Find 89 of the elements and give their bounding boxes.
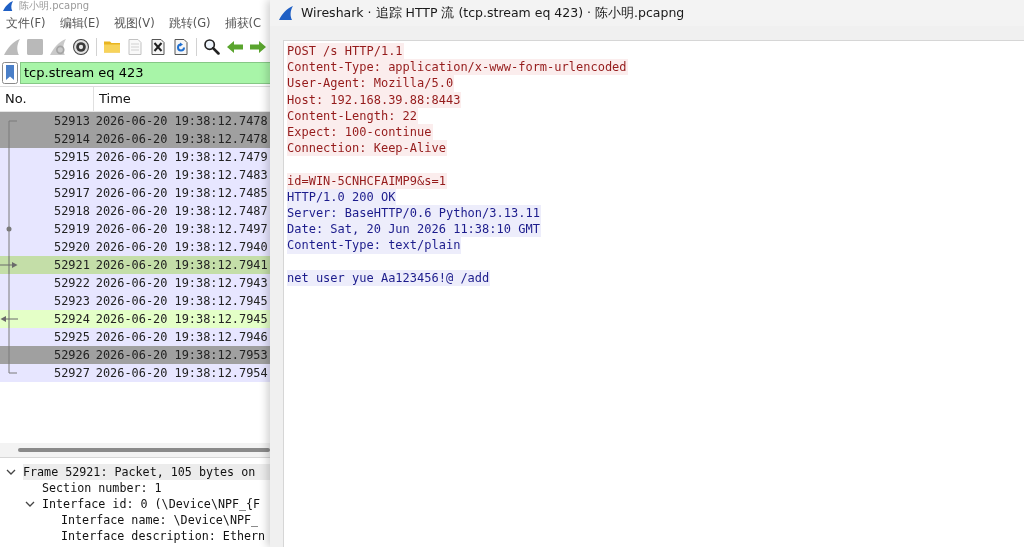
request-text: id=WIN-5CNHCFAIMP9&s=1 — [287, 172, 447, 189]
packet-row[interactable]: 52927 2026-06-20 19:38:12.7954 — [0, 364, 270, 382]
folder-icon[interactable] — [104, 41, 120, 53]
packet-number: 52915 — [54, 150, 90, 164]
window-title: Wireshark · 追踪 HTTP 流 (tcp.stream eq 423) · 陈小明.pcapng — [301, 4, 685, 22]
packet-time: 2026-06-20 19:38:12.7483 — [95, 168, 268, 182]
tree-item[interactable]: Frame 52921: Packet, 105 bytes on — [23, 464, 270, 480]
document-x-icon[interactable] — [151, 39, 165, 55]
response-text: Content-Type: text/plain — [287, 237, 462, 254]
packet-time: 2026-06-20 19:38:12.7954 — [95, 366, 268, 380]
packet-time: 2026-06-20 19:38:12.7478 — [95, 114, 268, 128]
packet-number: 52919 — [54, 222, 90, 236]
packet-number: 52918 — [54, 204, 90, 218]
packet-number: 52923 — [54, 294, 90, 308]
left-arrow-icon — [0, 310, 18, 328]
packet-row[interactable]: 52917 2026-06-20 19:38:12.7485 — [0, 184, 270, 202]
tree-item[interactable]: Section number: 1 — [42, 480, 162, 496]
shark-fin-icon — [279, 6, 293, 20]
menu-item[interactable]: 跳转(G) — [168, 15, 211, 31]
vertical-line-icon — [8, 238, 10, 256]
request-text: Content-Type: application/x-www-form-urlencoded — [287, 59, 628, 76]
response-text: Server: BaseHTTP/0.6 Python/3.13.11 — [287, 205, 541, 222]
scrollbar-thumb[interactable] — [18, 448, 270, 452]
packet-number: 52926 — [54, 348, 90, 362]
packet-row[interactable]: 52919 2026-06-20 19:38:12.7497 — [0, 220, 270, 238]
packet-time: 2026-06-20 19:38:12.7946 — [95, 330, 268, 344]
packet-time: 2026-06-20 19:38:12.7945 — [95, 312, 268, 326]
column-header[interactable]: Time — [94, 87, 270, 111]
packet-number: 52921 — [54, 258, 90, 272]
packet-row[interactable]: 52913 2026-06-20 19:38:12.7478 — [0, 112, 270, 130]
menu-item[interactable]: 编辑(E) — [59, 15, 100, 31]
packet-row[interactable]: 52925 2026-06-20 19:38:12.7946 — [0, 328, 270, 346]
packet-time: 2026-06-20 19:38:12.7487 — [95, 204, 268, 218]
request-text: User-Agent: Mozilla/5.0 — [287, 75, 455, 92]
response-text: Date: Sat, 20 Jun 2026 11:38:10 GMT — [287, 221, 541, 238]
packet-number: 52913 — [54, 114, 90, 128]
packet-row[interactable]: 52914 2026-06-20 19:38:12.7478 — [0, 130, 270, 148]
packet-number: 52917 — [54, 186, 90, 200]
tree-item[interactable]: Interface name: \Device\NPF_ — [61, 512, 259, 528]
packet-number: 52916 — [54, 168, 90, 182]
packet-number: 52927 — [54, 366, 90, 380]
packet-row[interactable]: 52918 2026-06-20 19:38:12.7487 — [0, 202, 270, 220]
response-text: net user yue Aa123456!@ /add — [287, 269, 491, 286]
menu-item[interactable]: 捕获(C — [224, 15, 262, 31]
packet-row[interactable]: 52926 2026-06-20 19:38:12.7953 — [0, 346, 270, 364]
chevron-down-icon[interactable] — [25, 501, 35, 507]
packet-time: 2026-06-20 19:38:12.7943 — [95, 276, 268, 290]
search-icon[interactable] — [204, 39, 220, 55]
packet-time: 2026-06-20 19:38:12.7478 — [95, 132, 268, 146]
window-title: 陈小明.pcapng — [19, 0, 90, 12]
column-header[interactable]: No. — [0, 87, 94, 111]
packet-time: 2026-06-20 19:38:12.7940 — [95, 240, 268, 254]
packet-row[interactable]: 52924 2026-06-20 19:38:12.7945 — [0, 310, 270, 328]
packet-number: 52925 — [54, 330, 90, 344]
tree-item[interactable]: Interface id: 0 (\Device\NPF_{F — [42, 496, 261, 512]
packet-time: 2026-06-20 19:38:12.7941 — [95, 258, 268, 272]
packet-number: 52924 — [54, 312, 90, 326]
corner-line-icon — [8, 120, 17, 130]
corner-line-icon — [8, 364, 17, 374]
right-arrow-icon[interactable] — [250, 41, 266, 53]
line-dot-icon — [6, 220, 12, 238]
packet-number: 52922 — [54, 276, 90, 290]
packet-row[interactable]: 52920 2026-06-20 19:38:12.7940 — [0, 238, 270, 256]
packet-row[interactable]: 52922 2026-06-20 19:38:12.7943 — [0, 274, 270, 292]
menu-item[interactable]: 视图(V) — [113, 15, 155, 31]
packet-time: 2026-06-20 19:38:12.7479 — [95, 150, 268, 164]
request-text: Connection: Keep-Alive — [287, 140, 447, 157]
packet-time: 2026-06-20 19:38:12.7485 — [95, 186, 268, 200]
menu-item[interactable]: 文件(F) — [6, 15, 46, 31]
right-arrow-icon — [0, 256, 18, 274]
display-filter-field[interactable]: tcp.stream eq 423 — [20, 62, 270, 84]
target-icon[interactable] — [73, 39, 89, 55]
packet-time: 2026-06-20 19:38:12.7497 — [95, 222, 268, 236]
request-text: Expect: 100-continue — [287, 124, 433, 141]
packet-time: 2026-06-20 19:38:12.7953 — [95, 348, 268, 362]
packet-number: 52920 — [54, 240, 90, 254]
chevron-down-icon[interactable] — [6, 469, 16, 475]
bookmark-icon[interactable] — [2, 62, 18, 84]
packet-time: 2026-06-20 19:38:12.7945 — [95, 294, 268, 308]
document-refresh-icon[interactable] — [174, 39, 188, 55]
packet-row[interactable]: 52921 2026-06-20 19:38:12.7941 — [0, 256, 270, 274]
packet-row[interactable]: 52916 2026-06-20 19:38:12.7483 — [0, 166, 270, 184]
shark-fin-icon — [3, 1, 13, 11]
request-text: POST /s HTTP/1.1 — [287, 43, 404, 60]
left-arrow-icon[interactable] — [227, 41, 243, 53]
packet-row[interactable]: 52915 2026-06-20 19:38:12.7479 — [0, 148, 270, 166]
packet-number: 52914 — [54, 132, 90, 146]
packet-row[interactable]: 52923 2026-06-20 19:38:12.7945 — [0, 292, 270, 310]
tree-item[interactable]: Interface description: Ethern — [61, 528, 266, 544]
